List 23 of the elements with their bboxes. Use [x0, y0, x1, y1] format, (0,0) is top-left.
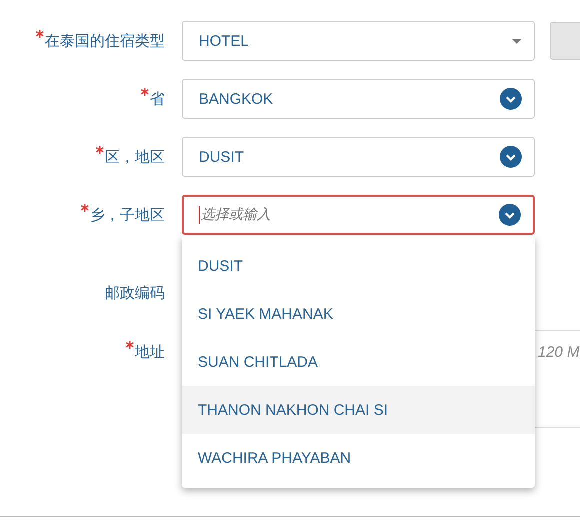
- field-label: 省: [150, 90, 165, 108]
- combo-field[interactable]: 选择或输入: [182, 195, 535, 235]
- field-label: 地址: [135, 343, 165, 362]
- dropdown-option[interactable]: WACHIRA PHAYABAN: [182, 434, 535, 482]
- field-value: HOTEL: [199, 32, 250, 50]
- combo-field[interactable]: BANGKOK: [182, 79, 535, 119]
- field-label: 乡，子地区: [90, 206, 165, 224]
- dropdown-option[interactable]: DUSIT: [182, 242, 535, 290]
- field-label: 在泰国的住宿类型: [45, 32, 165, 50]
- caret-icon: [512, 38, 522, 44]
- field-placeholder: 选择或输入: [199, 206, 271, 224]
- chevron-down-icon: [500, 146, 522, 168]
- field-value: DUSIT: [199, 148, 244, 166]
- field-label: 区，地区: [105, 148, 165, 166]
- field-value: BANGKOK: [199, 90, 274, 108]
- chevron-down-icon: [499, 204, 521, 226]
- field-label: 邮政编码: [105, 284, 165, 302]
- chevron-down-icon: [500, 88, 522, 110]
- combo-field[interactable]: DUSIT: [182, 137, 535, 177]
- dropdown-option[interactable]: SUAN CHITLADA: [182, 338, 535, 386]
- dropdown-option[interactable]: SI YAEK MAHANAK: [182, 290, 535, 338]
- dropdown-option[interactable]: THANON NAKHON CHAI SI: [182, 386, 535, 434]
- select-field[interactable]: HOTEL: [182, 21, 535, 61]
